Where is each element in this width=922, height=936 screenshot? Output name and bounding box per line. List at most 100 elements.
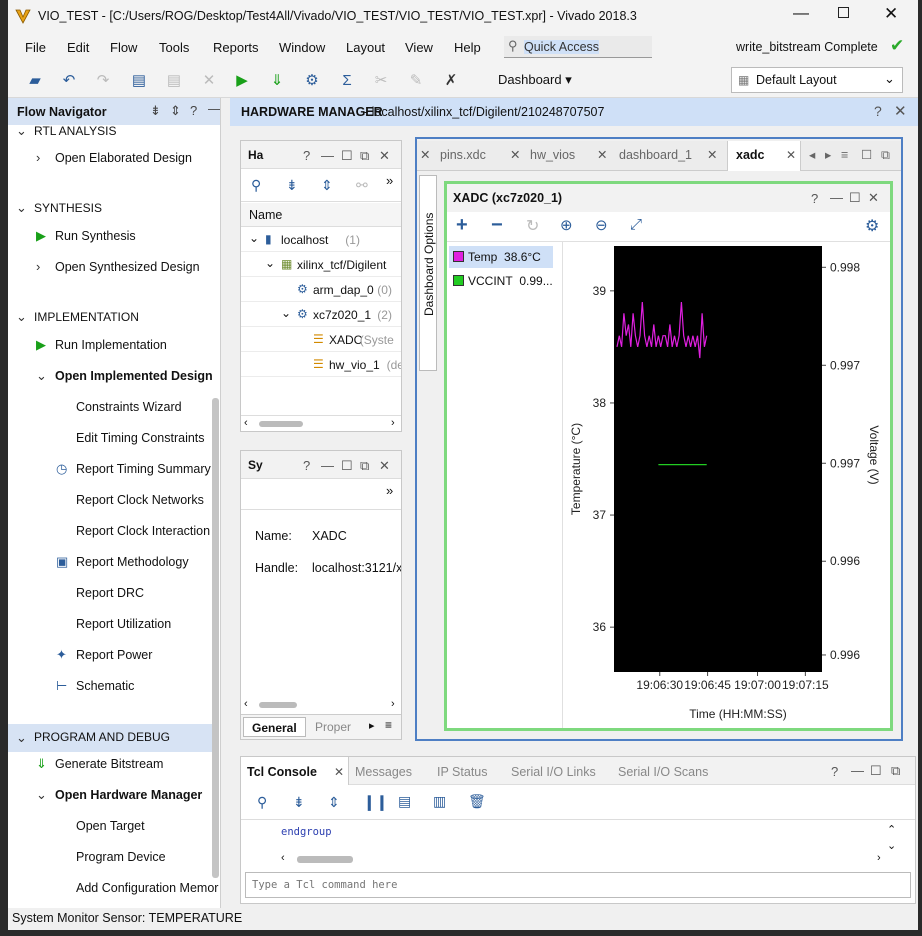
help-icon[interactable]: ? — [831, 764, 838, 779]
flow-navigator-scrollbar[interactable] — [212, 398, 219, 878]
tab-serial-io-scans[interactable]: Serial I/O Scans — [618, 765, 708, 779]
flow-item-synthesis[interactable]: ⌄ SYNTHESIS — [8, 200, 213, 220]
float-icon[interactable]: ⧉ — [360, 458, 369, 474]
menu-view[interactable]: View — [405, 40, 433, 55]
delete-icon[interactable]: 🗑 — [468, 793, 486, 810]
pencil-icon[interactable]: ✎ — [405, 70, 427, 92]
dashboard-options-tab[interactable]: Dashboard Options — [419, 175, 437, 371]
tree-row[interactable]: ☰ hw_vio_1 (de — [241, 353, 401, 377]
collapse-all-icon[interactable]: ⇟ — [150, 103, 161, 119]
chevron-down-icon[interactable]: ⌄ — [249, 231, 259, 245]
tab-close-icon[interactable]: ✕ — [707, 141, 717, 169]
tab-scroll-right-icon[interactable]: ▸ — [825, 141, 831, 169]
close-icon[interactable]: ✕ — [868, 190, 879, 206]
close-button[interactable]: ✕ — [884, 4, 898, 24]
tab-menu-icon[interactable]: ≡ — [385, 718, 392, 732]
tab-ip-status[interactable]: IP Status — [437, 765, 488, 779]
maximize-icon[interactable]: ☐ — [861, 141, 872, 169]
tab-close-icon[interactable]: ✕ — [786, 148, 796, 162]
tab-messages[interactable]: Messages — [355, 765, 412, 779]
scroll-up-icon[interactable]: ⌃ — [887, 823, 896, 836]
collapse-all-icon[interactable]: ⇟ — [293, 794, 305, 811]
tab-hw-vios[interactable]: hw_vios — [530, 141, 575, 169]
flow-item-open-hardware-manager[interactable]: ⌄ Open Hardware Manager — [8, 787, 213, 807]
flow-item-report-utilization[interactable]: Report Utilization — [8, 616, 213, 636]
minimize-icon[interactable]: — — [321, 148, 334, 163]
copy-icon[interactable]: ▤ — [398, 793, 411, 810]
maximize-icon[interactable]: ☐ — [849, 190, 861, 206]
flow-item-open-implemented-design[interactable]: ⌄ Open Implemented Design — [8, 368, 213, 388]
auto-connect-icon[interactable]: ⚯ — [356, 177, 368, 194]
close-icon[interactable]: ✕ — [379, 458, 390, 474]
minimize-icon[interactable]: — — [321, 458, 334, 473]
tcl-command-input[interactable] — [245, 872, 911, 898]
quick-access-input[interactable]: ⚲ Quick Access — [504, 36, 652, 58]
zoom-in-icon[interactable]: ⊕ — [560, 216, 573, 234]
flow-item-open-target[interactable]: Open Target — [8, 818, 213, 838]
scroll-right-icon[interactable]: › — [391, 698, 395, 710]
minimize-panel-icon[interactable]: — — [208, 101, 220, 116]
menu-tools[interactable]: Tools — [159, 40, 189, 55]
help-icon[interactable]: ? — [303, 148, 310, 163]
flow-item-implementation[interactable]: ⌄ IMPLEMENTATION — [8, 309, 213, 329]
float-icon[interactable]: ⧉ — [891, 763, 900, 779]
close-icon[interactable]: ✕ — [894, 102, 907, 120]
overflow-icon[interactable]: » — [386, 483, 393, 498]
flow-item-open-synthesized-design[interactable]: › Open Synthesized Design — [8, 259, 213, 279]
flow-item-constraints-wizard[interactable]: Constraints Wizard — [8, 399, 213, 419]
flow-item-add-configuration-memor[interactable]: Add Configuration Memor — [8, 880, 218, 900]
bitstream-icon[interactable]: ⇓ — [266, 70, 288, 92]
menu-file[interactable]: File — [25, 40, 46, 55]
scroll-thumb[interactable] — [259, 702, 297, 708]
scroll-left-icon[interactable]: ‹ — [244, 698, 248, 710]
dashboard-dropdown[interactable]: Dashboard ▾ — [498, 72, 572, 88]
overflow-icon[interactable]: » — [386, 173, 393, 188]
tab-menu-icon[interactable]: ≡ — [841, 141, 848, 169]
tab-properties[interactable]: Proper — [315, 720, 351, 734]
scroll-left-icon[interactable]: ‹ — [244, 417, 248, 429]
settings-gear-icon[interactable]: ⚙ — [865, 216, 879, 236]
zoom-fit-icon[interactable]: ⤢ — [630, 216, 642, 233]
help-icon[interactable]: ? — [874, 103, 882, 119]
debug-icon[interactable]: ✗ — [440, 70, 462, 92]
menu-edit[interactable]: Edit — [67, 40, 89, 55]
tab-close-icon[interactable]: ✕ — [420, 141, 430, 169]
help-icon[interactable]: ? — [303, 458, 310, 473]
refresh-icon[interactable]: ↻ — [526, 216, 539, 236]
add-icon[interactable]: + — [456, 214, 468, 237]
tab-pins-xdc[interactable]: pins.xdc — [440, 141, 486, 169]
menu-flow[interactable]: Flow — [110, 40, 137, 55]
flow-item-report-clock-interaction[interactable]: Report Clock Interaction — [8, 523, 213, 543]
tree-row[interactable]: ⌄ ⚙ xc7z020_1 (2) — [241, 303, 401, 327]
scroll-down-icon[interactable]: ⌄ — [887, 839, 896, 852]
tab-scroll-right-icon[interactable]: ▸ — [369, 719, 375, 732]
scroll-right-icon[interactable]: › — [391, 417, 395, 429]
layout-select[interactable]: ▦ Default Layout ⌄ — [731, 67, 903, 93]
minimize-button[interactable]: — — [793, 5, 809, 23]
tab-tcl-console[interactable]: Tcl Console ✕ — [241, 757, 349, 785]
sigma-icon[interactable]: Σ — [336, 70, 358, 92]
maximize-icon[interactable]: ☐ — [341, 148, 353, 164]
run-icon[interactable]: ▶ — [231, 70, 253, 92]
legend-vccint[interactable]: VCCINT 0.99... — [449, 270, 553, 292]
flow-item-report-power[interactable]: ✦ Report Power — [8, 647, 213, 667]
tree-row[interactable]: ⌄ ▦ xilinx_tcf/Digilent — [241, 253, 401, 277]
undo-icon[interactable]: ↶ — [58, 70, 80, 92]
column-header-name[interactable]: Name — [241, 203, 401, 227]
tab-dashboard-1[interactable]: dashboard_1 — [619, 141, 692, 169]
open-folder-icon[interactable]: ▰ — [24, 70, 46, 92]
scroll-right-icon[interactable]: › — [877, 852, 881, 864]
zoom-out-icon[interactable]: ⊖ — [595, 216, 608, 234]
tab-serial-io-links[interactable]: Serial I/O Links — [511, 765, 596, 779]
minimize-icon[interactable]: — — [851, 763, 864, 778]
legend-temp[interactable]: Temp 38.6°C — [449, 246, 553, 268]
search-icon[interactable]: ⚲ — [257, 794, 267, 811]
flow-item-schematic[interactable]: ⊢ Schematic — [8, 678, 213, 698]
flow-item-run-synthesis[interactable]: ▶ Run Synthesis — [8, 228, 213, 248]
maximize-icon[interactable]: ☐ — [341, 458, 353, 474]
flow-item-open-elaborated-design[interactable]: › Open Elaborated Design — [8, 150, 213, 170]
tab-close-icon[interactable]: ✕ — [510, 141, 520, 169]
expand-all-icon[interactable]: ⇕ — [170, 103, 181, 119]
minimize-icon[interactable]: — — [830, 190, 843, 205]
scroll-thumb[interactable] — [259, 421, 303, 427]
